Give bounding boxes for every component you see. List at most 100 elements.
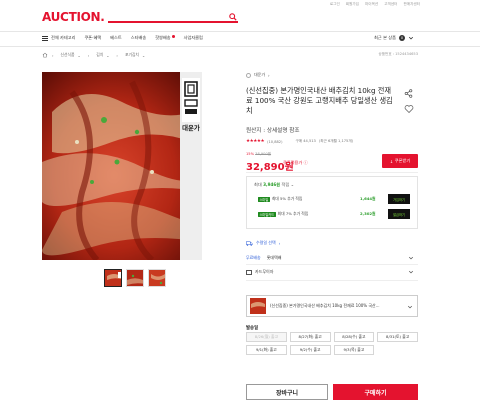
auction-logo[interactable]: AUCTION.: [42, 10, 105, 24]
breadcrumb-item-2[interactable]: 김치 ⌄: [93, 51, 112, 59]
chevron-down-icon: ⌄: [106, 52, 110, 58]
receive-date-label: 수령일 선택: [256, 240, 276, 245]
ship-date-grid: 8/26(월) 출고 8/27(화) 출고 8/28(수) 출고 8/31(토)…: [246, 332, 418, 355]
ship-date-title: 발송일: [246, 326, 259, 331]
delivery-divider: [246, 280, 418, 281]
chevron-right-icon: ›: [268, 72, 270, 78]
issue-card-button[interactable]: 발급하기: [388, 209, 410, 219]
search-input[interactable]: [108, 12, 224, 21]
util-link-help[interactable]: 고객센터: [384, 2, 397, 7]
ship-date-option[interactable]: 8/28(수) 출고: [333, 332, 375, 342]
category-menu-label: 전체 카테고리: [51, 35, 76, 40]
buy-now-button[interactable]: 구매하기: [333, 384, 418, 400]
home-icon[interactable]: [42, 52, 48, 58]
info-icon: ⓘ: [303, 160, 308, 165]
nav-item-coupon[interactable]: 쿠폰·혜택: [84, 35, 101, 41]
new-dot-icon: [171, 35, 175, 38]
breadcrumb-separator: ›: [87, 52, 90, 58]
header-divider: [0, 31, 480, 32]
card-benefit-row[interactable]: 카드무이자: [246, 268, 414, 276]
breadcrumb-label: 김치: [96, 52, 104, 57]
recent-viewed[interactable]: 최근 본 상품 0: [374, 35, 414, 41]
chevron-right-icon: ›: [278, 240, 281, 246]
points-row-text: 최대 5% 추가 적립: [271, 196, 303, 201]
points-amount: 3,946원: [263, 182, 281, 187]
share-icon[interactable]: [404, 89, 413, 98]
breadcrumb-label: 포기김치: [124, 52, 139, 57]
sales-count: 구매 44,513: [295, 139, 316, 143]
heart-icon[interactable]: [404, 104, 414, 114]
chevron-down-icon: ⌄: [141, 52, 146, 58]
store-brand-overlay: 대운가: [182, 124, 200, 132]
points-suffix: 적립: [281, 182, 290, 187]
chevron-down-icon: [408, 270, 414, 274]
review-count[interactable]: (10,882): [267, 140, 282, 144]
chevron-down-icon: [407, 305, 413, 309]
join-button[interactable]: 가입하기: [388, 194, 410, 204]
util-link-seller[interactable]: 판매자센터: [403, 2, 420, 7]
util-link-join[interactable]: 회원가입: [346, 2, 359, 7]
product-title: (신선집중) 본가명인국내산 배추김치 10kg 전재료 100% 국산 강원도…: [246, 86, 393, 115]
receive-date-select[interactable]: 수령일 선택 ›: [246, 240, 280, 246]
delivery-divider: [246, 264, 418, 265]
search-bar: [108, 12, 238, 23]
thumbnail-list: [104, 269, 166, 287]
discount-rate: 15%: [246, 152, 254, 156]
option-text: (신선집중) 본가명인국내산 배추김치 10kg 전재료 100% 국산...: [270, 303, 380, 308]
sales-note: (최근 6개월 1,175개): [318, 139, 354, 143]
breadcrumb-item-1[interactable]: 신선식품 ⌄: [58, 51, 84, 59]
category-menu-button[interactable]: 전체 카테고리: [42, 35, 75, 41]
coupon-button-label: 쿠폰받기: [394, 158, 411, 163]
nav-item-star[interactable]: 스타배송: [131, 35, 146, 41]
download-icon: ↓: [389, 158, 394, 164]
kimchi-image: [42, 72, 202, 260]
coupon-price-text: 쿠폰적용가: [283, 160, 303, 165]
points-row-text: 최대 7% 추가 적립: [277, 211, 309, 216]
product-main-image[interactable]: 대운가: [42, 72, 202, 260]
nav-item-biz[interactable]: 사업자클럽: [184, 35, 203, 41]
points-header: 최대 3,946원 적립 ⌄: [254, 182, 294, 188]
points-row: 스마일 최대 5% 추가 적립 1,644원 가입하기: [258, 194, 410, 204]
util-link-login[interactable]: 로그인: [330, 2, 340, 7]
coupon-button[interactable]: ↓ 쿠폰받기: [382, 154, 418, 168]
rating-stars: ★★★★★: [246, 139, 265, 144]
thumbnail-3[interactable]: [148, 269, 166, 287]
add-to-cart-button[interactable]: 장바구니: [246, 384, 328, 400]
chevron-down-icon: [408, 36, 414, 40]
points-prefix: 최대: [254, 182, 262, 187]
points-box: 최대 3,946원 적립 ⌄ 스마일 최대 5% 추가 적립 1,644원 가입…: [246, 176, 418, 229]
coupon-price-label: 쿠폰적용가 ⓘ: [283, 160, 308, 166]
ship-date-option[interactable]: 9/3(목) 출고: [333, 345, 375, 355]
discount-line: 15% 38,900원: [246, 152, 271, 157]
card-benefit-label: 카드무이자: [255, 269, 274, 274]
origin-info: 원산지 : 상세설명 참조: [246, 128, 300, 134]
delivery-row[interactable]: 무료배송 롯데택배: [246, 254, 414, 262]
utility-links: 로그인 회원가입 마이옥션 고객센터 판매자센터: [330, 2, 420, 7]
nav-divider: [0, 46, 480, 47]
breadcrumb-item-3[interactable]: 포기김치 ⌄: [122, 51, 148, 59]
nav-item-hot-label: 핫쌍배송: [155, 35, 171, 40]
chevron-down-icon[interactable]: ⌄: [291, 182, 295, 187]
truck-icon: [246, 241, 253, 246]
option-select[interactable]: (신선집중) 본가명인국내산 배추김치 10kg 전재료 100% 국산...: [246, 295, 418, 317]
hamburger-icon: [42, 35, 48, 41]
store-name: 대운가: [254, 72, 266, 77]
util-link-my[interactable]: 마이옥션: [365, 2, 378, 7]
thumbnail-1[interactable]: [104, 269, 122, 287]
ship-date-option[interactable]: 9/1(화) 출고: [246, 345, 287, 355]
product-number: 상품번호 : 1524434653: [378, 52, 418, 56]
points-row-amount: 1,644원: [360, 196, 376, 201]
thumbnail-2[interactable]: [126, 269, 144, 287]
option-thumbnail: [250, 298, 266, 314]
rating-row: ★★★★★ (10,882) 구매 44,513 (최근 6개월 1,175개): [246, 139, 353, 144]
ship-date-option[interactable]: 8/31(토) 출고: [377, 332, 418, 342]
breadcrumb: › 신선식품 ⌄ › 김치 ⌄ › 포기김치 ⌄: [42, 51, 148, 59]
search-icon[interactable]: [229, 13, 237, 21]
points-row: 스마일카드 최대 7% 추가 적립 2,302원 발급하기: [258, 209, 410, 219]
nav-item-best[interactable]: 베스트: [110, 35, 122, 41]
recent-count: 0: [399, 35, 405, 41]
ship-date-option[interactable]: 8/27(화) 출고: [289, 332, 331, 342]
ship-date-option[interactable]: 9/2(수) 출고: [289, 345, 331, 355]
nav-item-hot[interactable]: 핫쌍배송: [155, 35, 175, 41]
store-link[interactable]: 대운가 ›: [246, 72, 270, 78]
